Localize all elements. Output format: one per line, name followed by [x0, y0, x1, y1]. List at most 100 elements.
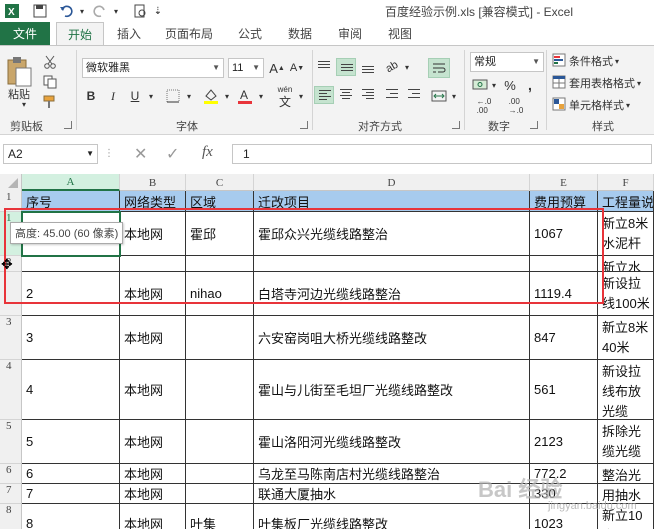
table-cell[interactable]: 1067: [530, 212, 598, 256]
row-header[interactable]: 6: [0, 464, 22, 484]
font-color-icon[interactable]: A: [236, 86, 254, 106]
row-header[interactable]: 7: [0, 484, 22, 504]
merge-center-icon[interactable]: [428, 86, 450, 106]
number-format-combo[interactable]: 常规 ▼: [470, 52, 544, 72]
header-cell[interactable]: 费用预算: [530, 191, 598, 212]
table-cell[interactable]: 本地网: [120, 316, 186, 360]
header-cell[interactable]: 序号: [22, 191, 120, 212]
font-launcher-icon[interactable]: [300, 121, 308, 129]
row-header[interactable]: 4: [0, 360, 22, 420]
phonetic-guide-icon[interactable]: 文: [276, 94, 294, 109]
table-cell[interactable]: [186, 256, 254, 272]
alignment-launcher-icon[interactable]: [452, 121, 460, 129]
column-header-b[interactable]: B: [120, 174, 186, 191]
table-cell[interactable]: 7: [22, 484, 120, 504]
table-cell[interactable]: 霍邱: [186, 212, 254, 256]
underline-button[interactable]: U: [126, 86, 144, 106]
cut-icon[interactable]: [42, 54, 58, 70]
table-cell[interactable]: 新立8米水泥杆光缆200米: [598, 212, 654, 256]
table-cell[interactable]: [186, 484, 254, 504]
table-cell[interactable]: 本地网: [120, 212, 186, 256]
table-cell[interactable]: 新立8米40米: [598, 316, 654, 360]
table-cell[interactable]: 霍山与儿街至毛坦厂光缆线路整改: [254, 360, 530, 420]
accounting-format-icon[interactable]: [470, 76, 490, 94]
column-header-d[interactable]: D: [254, 174, 530, 191]
table-cell[interactable]: [186, 316, 254, 360]
tab-file[interactable]: 文件: [0, 22, 50, 45]
table-cell[interactable]: 本地网: [120, 360, 186, 420]
formula-input[interactable]: 1: [232, 144, 652, 164]
header-cell[interactable]: 工程量说: [598, 191, 654, 212]
column-header-f[interactable]: F: [598, 174, 654, 191]
table-cell[interactable]: 本地网: [120, 272, 186, 316]
copy-icon[interactable]: [42, 74, 58, 90]
redo-icon[interactable]: [92, 3, 108, 19]
undo-icon[interactable]: [58, 3, 74, 19]
wrap-text-icon[interactable]: [428, 58, 450, 78]
cancel-icon[interactable]: ✕: [134, 144, 147, 164]
underline-dropdown-icon[interactable]: ▾: [146, 86, 156, 106]
table-cell[interactable]: [22, 256, 120, 272]
clipboard-launcher-icon[interactable]: [64, 121, 72, 129]
align-bottom-icon[interactable]: [358, 58, 378, 76]
borders-dropdown-icon[interactable]: ▾: [184, 86, 194, 106]
row-header[interactable]: [0, 272, 22, 316]
increase-indent-icon[interactable]: [404, 86, 424, 104]
align-middle-icon[interactable]: [336, 58, 356, 76]
table-cell[interactable]: 847: [530, 316, 598, 360]
table-cell[interactable]: 8: [22, 504, 120, 529]
table-cell[interactable]: 叶集: [186, 504, 254, 529]
tab-page-layout[interactable]: 页面布局: [158, 22, 220, 45]
table-cell[interactable]: 新设拉线布放光缆: [598, 360, 654, 420]
redo-dropdown-icon[interactable]: ▾: [108, 3, 124, 19]
align-right-icon[interactable]: [358, 86, 378, 104]
table-cell[interactable]: [120, 256, 186, 272]
table-cell[interactable]: 561: [530, 360, 598, 420]
orientation-dropdown-icon[interactable]: ▾: [402, 58, 412, 76]
insert-function-icon[interactable]: fx: [202, 144, 213, 161]
row-header[interactable]: 3: [0, 316, 22, 360]
table-cell[interactable]: [186, 464, 254, 484]
font-size-combo[interactable]: 11 ▼: [228, 58, 264, 78]
tab-formulas[interactable]: 公式: [230, 22, 270, 45]
italic-button[interactable]: I: [104, 86, 122, 106]
row-header[interactable]: 1: [0, 191, 22, 212]
table-cell[interactable]: 新设拉线100米: [598, 272, 654, 316]
decrease-font-icon[interactable]: A ▼: [288, 58, 306, 78]
align-left-icon[interactable]: [314, 86, 334, 104]
tab-review[interactable]: 审阅: [330, 22, 370, 45]
comma-style-button[interactable]: ,: [522, 76, 538, 94]
table-cell[interactable]: 2: [22, 272, 120, 316]
number-launcher-icon[interactable]: [530, 121, 538, 129]
table-cell[interactable]: 1119.4: [530, 272, 598, 316]
customize-toolbar-icon[interactable]: ⇣: [150, 3, 166, 19]
row-header[interactable]: 8: [0, 504, 22, 529]
paste-dropdown-icon[interactable]: ▾: [22, 100, 26, 109]
table-cell[interactable]: 本地网: [120, 484, 186, 504]
table-cell[interactable]: 本地网: [120, 464, 186, 484]
select-all-button[interactable]: [0, 174, 22, 191]
table-cell[interactable]: 叶集板厂光缆线路整改: [254, 504, 530, 529]
font-color-dropdown-icon[interactable]: ▾: [256, 86, 266, 106]
print-preview-icon[interactable]: [132, 3, 148, 19]
format-painter-icon[interactable]: [42, 94, 58, 110]
fill-color-icon[interactable]: [202, 86, 220, 106]
column-header-c[interactable]: C: [186, 174, 254, 191]
header-cell[interactable]: 区域: [186, 191, 254, 212]
table-cell[interactable]: 2123: [530, 420, 598, 464]
save-icon[interactable]: [32, 3, 48, 19]
table-cell[interactable]: 霍邱众兴光缆线路整治: [254, 212, 530, 256]
tab-view[interactable]: 视图: [380, 22, 420, 45]
table-cell[interactable]: [186, 420, 254, 464]
decrease-indent-icon[interactable]: [382, 86, 402, 104]
align-top-icon[interactable]: [314, 58, 334, 76]
table-cell[interactable]: [254, 256, 530, 272]
percent-style-button[interactable]: %: [502, 76, 518, 94]
table-cell[interactable]: [186, 360, 254, 420]
undo-dropdown-icon[interactable]: ▾: [74, 3, 90, 19]
header-cell[interactable]: 网络类型: [120, 191, 186, 212]
table-cell[interactable]: 3: [22, 316, 120, 360]
increase-font-icon[interactable]: A ▲: [268, 58, 286, 78]
table-cell[interactable]: 本地网: [120, 420, 186, 464]
enter-icon[interactable]: ✓: [166, 144, 179, 164]
